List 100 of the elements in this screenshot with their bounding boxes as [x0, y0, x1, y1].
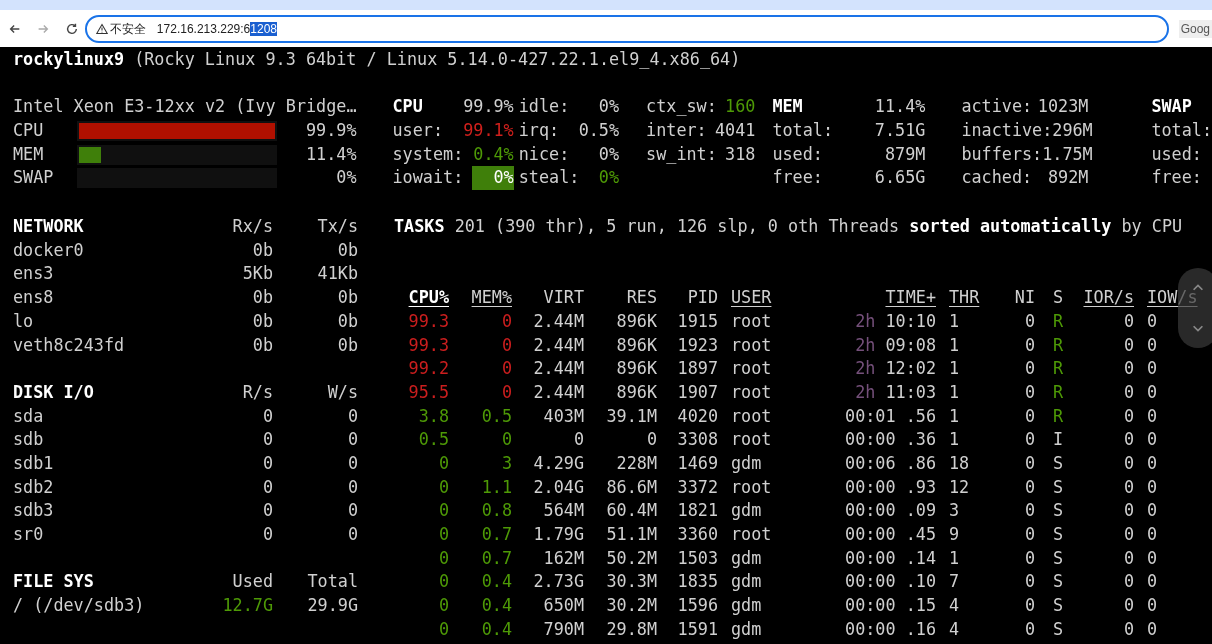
section-title: MEM — [772, 95, 804, 119]
column-header[interactable]: TIME+ — [885, 287, 936, 308]
column-header: Total — [306, 570, 358, 594]
column-header[interactable]: RES — [626, 287, 657, 308]
table-cell: 403M — [543, 405, 584, 426]
table-cell: 00:00 .15 — [845, 595, 936, 616]
stat-value: 892M — [1047, 166, 1089, 190]
table-cell: S — [1053, 476, 1064, 497]
stat-value: 318 — [725, 142, 756, 166]
table-cell: root — [731, 524, 772, 544]
table-cell: 00:00 .10 — [845, 571, 936, 592]
table-cell: 2h — [855, 310, 876, 331]
table-cell: 1591 — [677, 618, 718, 639]
table-cell: 00:00 .16 — [845, 618, 936, 639]
table-cell: 0 — [1147, 452, 1158, 473]
table-cell: 4 — [949, 595, 960, 616]
system-info: (Rocky Linux 9.3 64bit / Linux 5.14.0-427.22.1.el9_4.x86_64) — [134, 48, 741, 71]
column-header[interactable]: USER — [731, 287, 772, 308]
table-cell: root — [731, 358, 772, 379]
table-cell: 0 — [1147, 547, 1158, 568]
table-cell: S — [1053, 524, 1064, 544]
table-cell: 0 — [1024, 405, 1035, 426]
table-cell: 4.29G — [533, 452, 584, 473]
address-bar[interactable]: 不安全 172.16.213.229:61208 — [84, 14, 1169, 43]
table-cell: R — [1053, 310, 1064, 331]
table-cell: 0 — [1024, 429, 1035, 450]
table-cell: 30.2M — [606, 595, 657, 616]
table-cell: 1821 — [677, 500, 718, 521]
table-cell-text: 0 — [261, 499, 273, 523]
table-cell: 0 — [1123, 358, 1134, 379]
column-header: Rx/s — [231, 215, 273, 239]
table-cell: 3 — [501, 452, 512, 473]
table-cell: 896K — [616, 381, 657, 402]
table-cell: 0 — [1024, 310, 1035, 331]
table-cell-text: 0 — [261, 523, 273, 546]
column-header[interactable]: THR — [949, 287, 980, 308]
table-cell-text: 0 — [261, 428, 273, 452]
table-cell: 2h — [855, 358, 876, 379]
table-cell: 0 — [1123, 524, 1134, 544]
table-cell: root — [731, 429, 772, 450]
table-cell: 0 — [438, 618, 449, 639]
table-cell: gdm — [731, 595, 762, 616]
stat-value: 160 — [725, 95, 756, 119]
column-header[interactable]: NI — [1014, 287, 1035, 308]
meter-label: SWAP — [13, 166, 55, 190]
table-cell: 50.2M — [606, 547, 657, 568]
reload-icon[interactable] — [64, 21, 79, 36]
table-cell: 0 — [1024, 500, 1035, 521]
table-cell: 1907 — [677, 381, 718, 402]
table-cell: 0 — [501, 334, 512, 355]
table-cell: 228M — [616, 452, 657, 473]
bookmark-item[interactable]: Goog — [1178, 19, 1212, 38]
table-cell-text: 0 — [261, 475, 273, 499]
table-cell: 1469 — [677, 452, 718, 473]
table-cell: 3308 — [677, 429, 718, 450]
table-cell: S — [1053, 452, 1064, 473]
table-cell: 0.4 — [481, 618, 512, 639]
table-cell: 0 — [1024, 524, 1035, 544]
stat-label: active: — [961, 95, 1034, 119]
table-cell: 1 — [949, 547, 960, 568]
table-cell: 564M — [543, 500, 584, 521]
table-cell: 95.5 — [408, 381, 449, 402]
table-cell: S — [1053, 595, 1064, 616]
table-cell-text: 0 — [346, 451, 358, 475]
table-cell: 0 — [1024, 381, 1035, 402]
table-cell-text: 0 — [346, 404, 358, 428]
table-cell: 3372 — [677, 476, 718, 497]
stat-label: steal: — [518, 166, 581, 190]
column-header[interactable]: S — [1053, 287, 1064, 308]
table-cell: 896K — [616, 310, 657, 331]
device-name: ens3 — [13, 262, 55, 286]
table-cell-text: 0 — [346, 499, 358, 523]
column-header[interactable]: VIRT — [543, 287, 584, 308]
table-cell: 1 — [949, 405, 960, 426]
column-header[interactable]: MEM% — [471, 287, 512, 308]
meter-label: MEM — [13, 142, 45, 166]
table-cell-text: 0b — [336, 286, 358, 310]
column-header[interactable]: PID — [687, 287, 718, 308]
table-cell: root — [731, 310, 772, 331]
column-header[interactable]: IOW/s — [1147, 287, 1198, 308]
device-name: / (/dev/sdb3) — [13, 594, 146, 618]
meter-value: 11.4% — [305, 142, 357, 166]
table-cell: 51.1M — [606, 524, 657, 544]
stat-label: free: — [772, 166, 824, 190]
table-cell: root — [731, 381, 772, 402]
stat-label: total: — [772, 119, 834, 143]
column-header[interactable]: CPU% — [408, 287, 449, 308]
column-header[interactable]: IOR/s — [1083, 287, 1134, 308]
table-cell: 1 — [949, 334, 960, 355]
table-cell-text: 5Kb — [241, 262, 273, 286]
table-cell: 2h — [855, 381, 876, 402]
table-cell: 30.3M — [606, 571, 657, 592]
table-cell: 650M — [543, 595, 584, 616]
table-cell-text: 12.7G — [221, 594, 273, 618]
table-cell-text: 0b — [251, 309, 273, 333]
table-cell: root — [731, 334, 772, 355]
table-cell-text: 0 — [261, 451, 273, 475]
table-cell: 0 — [1147, 405, 1158, 426]
stat-label: sw_int: — [646, 142, 718, 166]
hostname: rockylinux9 — [13, 48, 125, 71]
